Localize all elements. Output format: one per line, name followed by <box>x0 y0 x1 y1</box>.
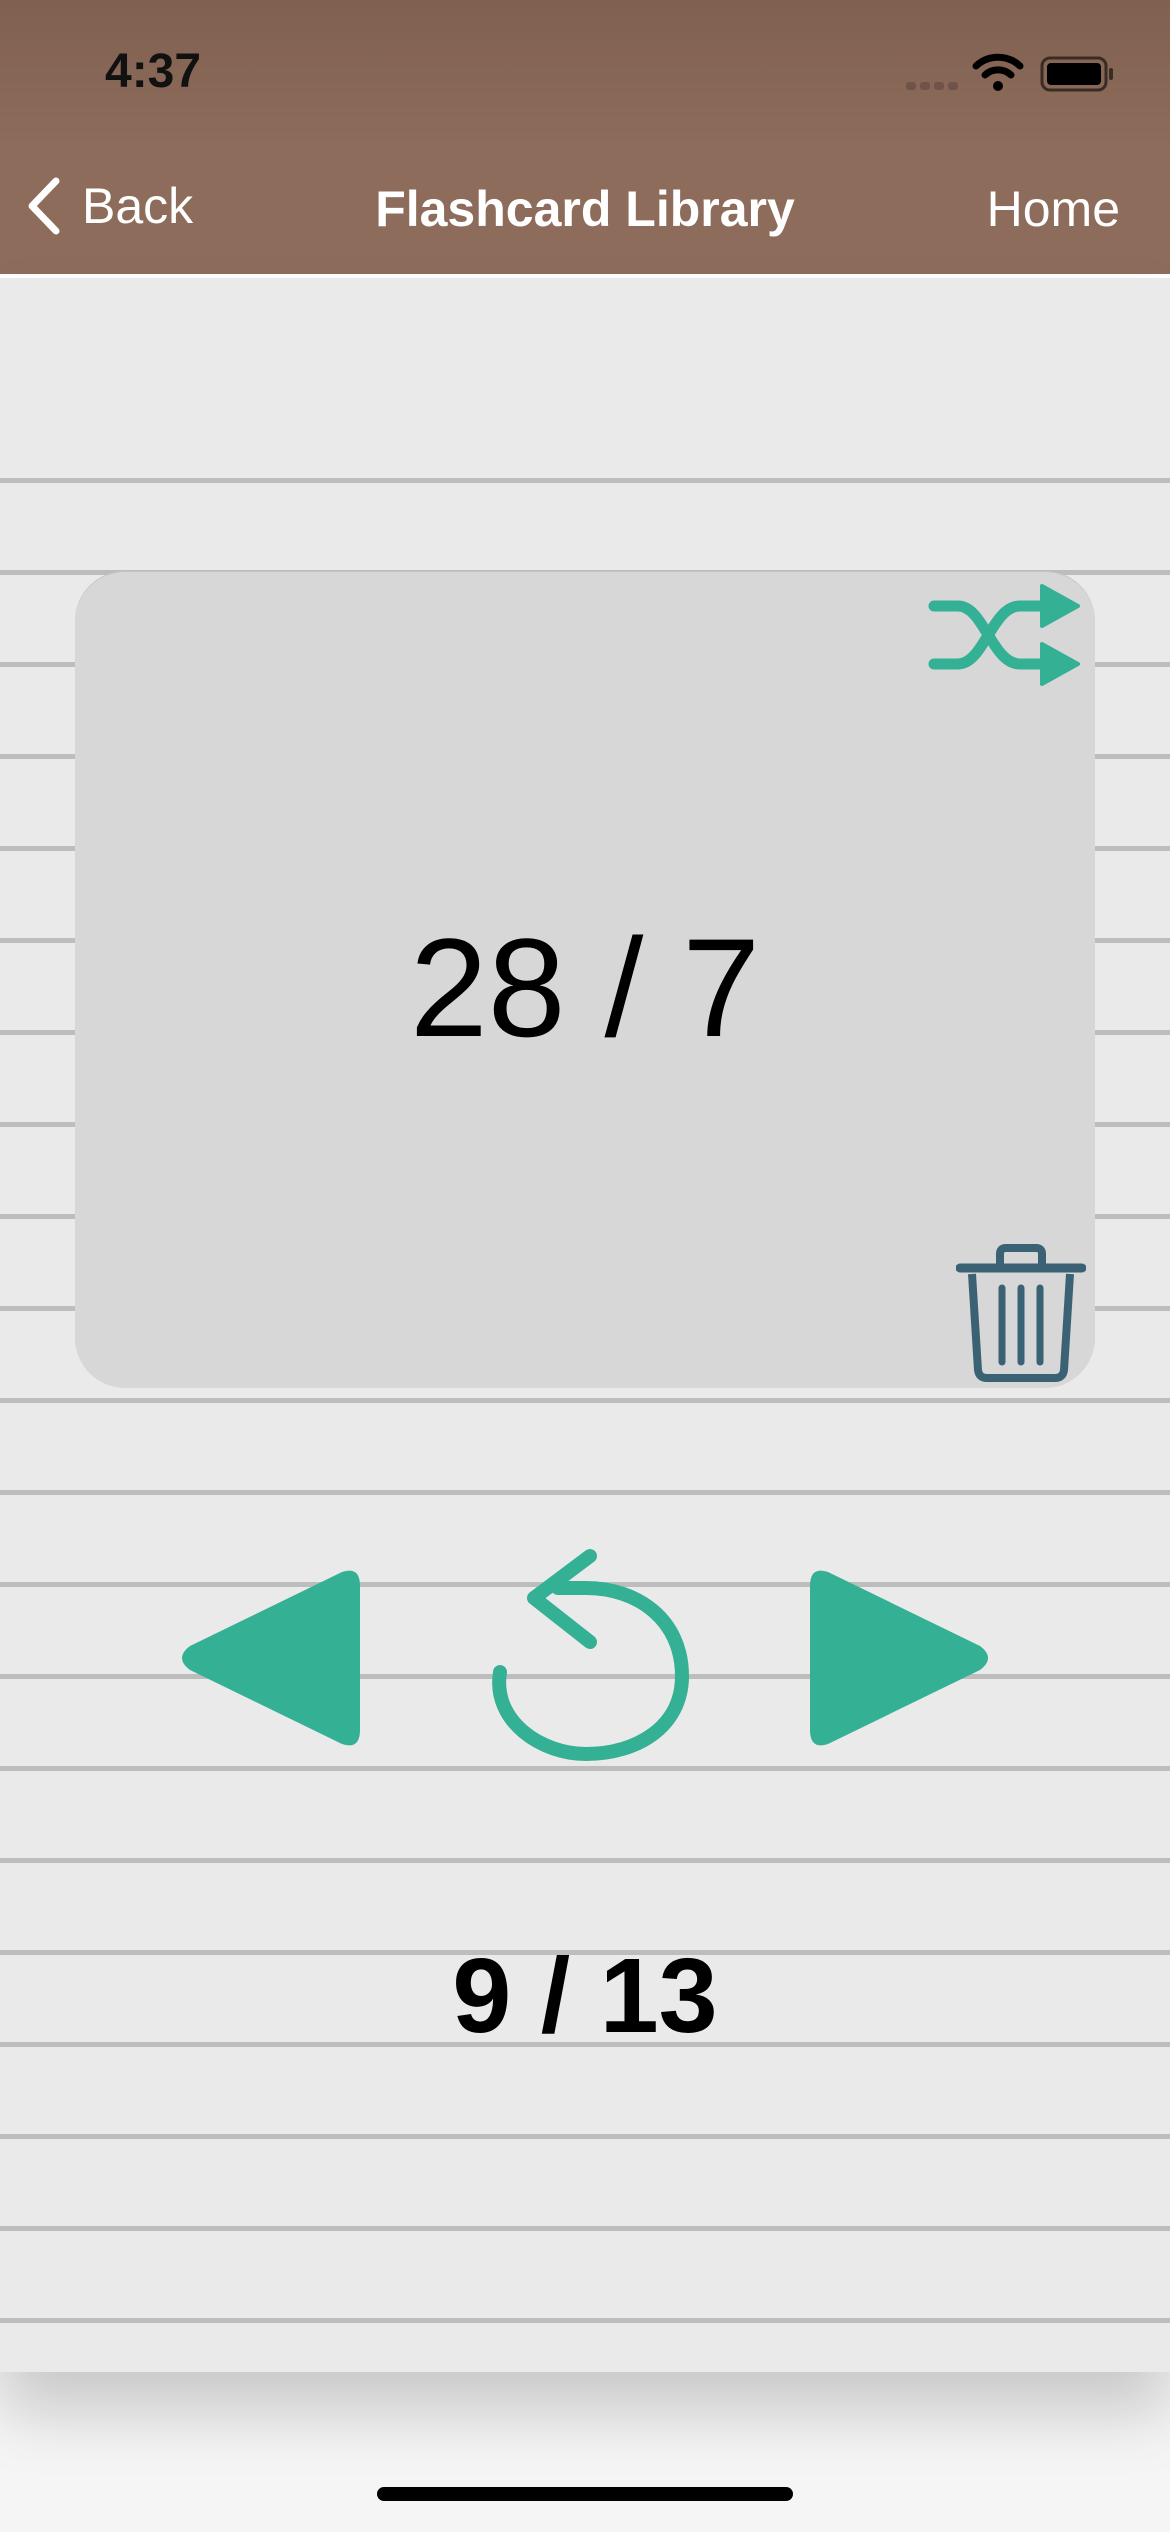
flip-card-button[interactable] <box>478 1546 696 1766</box>
next-card-button[interactable] <box>804 1558 1000 1758</box>
flashcard-text: 28 / 7 <box>409 909 761 1066</box>
paper-line <box>0 1766 1170 1771</box>
paper-line <box>0 2134 1170 2139</box>
home-indicator[interactable] <box>377 2487 793 2501</box>
cellular-signal-icon <box>906 82 958 90</box>
paper-line <box>0 478 1170 483</box>
paper-line <box>0 1398 1170 1403</box>
paper-line <box>0 2226 1170 2231</box>
battery-icon <box>1040 56 1113 92</box>
trash-icon[interactable] <box>956 1244 1086 1384</box>
card-position-counter: 9 / 13 <box>452 1937 718 2055</box>
status-bar: 4:37 <box>0 0 1170 150</box>
status-time: 4:37 <box>105 45 202 98</box>
paper-line <box>0 1858 1170 1863</box>
home-button[interactable]: Home <box>987 180 1120 238</box>
paper-line <box>0 1490 1170 1495</box>
paper-line <box>0 2318 1170 2323</box>
previous-card-button[interactable] <box>170 1558 366 1758</box>
flashcard[interactable]: 28 / 7 <box>75 572 1095 1388</box>
wifi-icon <box>972 53 1024 91</box>
shuffle-icon[interactable] <box>928 578 1084 688</box>
